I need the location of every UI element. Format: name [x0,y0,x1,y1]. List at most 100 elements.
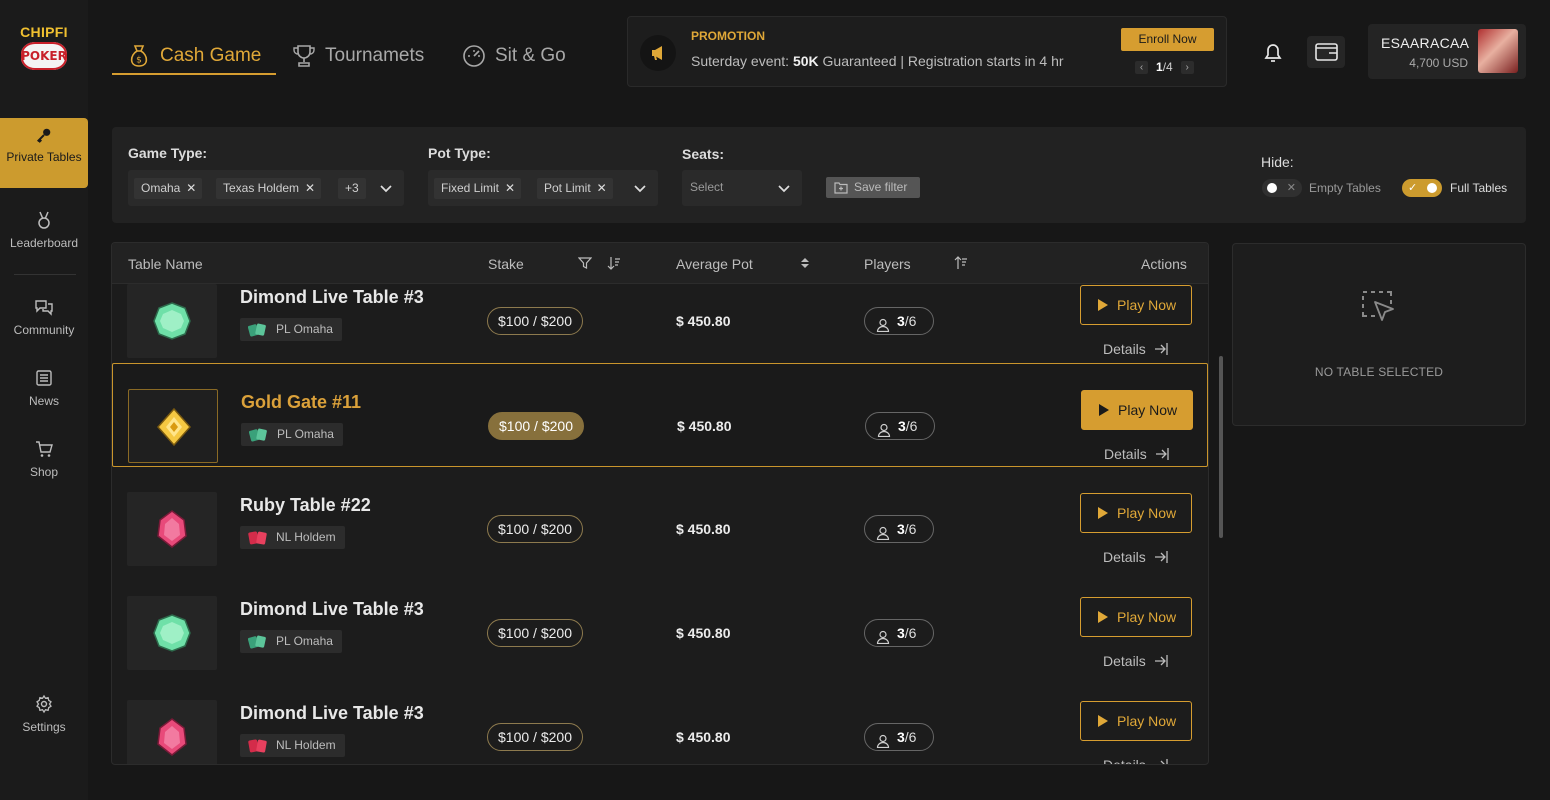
table-row[interactable]: Dimond Live Table #3 NL Holdem $100 / $200… [112,675,1208,764]
chat-icon [35,300,53,316]
play-now-button[interactable]: Play Now [1080,701,1192,741]
game-type-label: Game Type: [128,145,208,161]
sidebar-item-news[interactable]: News [0,368,88,408]
filter-chip: Texas Holdem ✕ [216,178,322,199]
arrow-right-icon [1154,343,1168,355]
seats-select[interactable]: Select [682,170,802,206]
sidebar-item-settings[interactable]: Settings [0,694,88,734]
play-icon [1099,404,1109,416]
game-type-select[interactable]: Omaha ✕ Texas Holdem ✕ +3 [128,170,404,206]
toggle-knob [1267,183,1277,193]
save-filter-button[interactable]: Save filter [826,177,920,198]
chevron-down-icon[interactable] [378,180,394,196]
table-row[interactable]: Gold Gate #11 PL Omaha $100 / $200 $ 450.80… [112,363,1208,467]
close-icon[interactable]: ✕ [597,178,607,199]
details-link[interactable]: Details [1104,446,1169,462]
diamond-gem-icon [153,614,191,652]
cards-icon [248,530,268,545]
players-badge: 3/6 [865,412,935,440]
sidebar-item-label: Shop [29,465,59,479]
table-gem-thumbnail [127,700,217,764]
play-now-button[interactable]: Play Now [1080,493,1192,533]
game-type-tag-label: PL Omaha [276,322,333,336]
avatar [1478,29,1518,73]
play-icon [1098,715,1108,727]
table-name[interactable]: Ruby Table #22 [240,495,371,516]
table-name[interactable]: Gold Gate #11 [241,392,361,413]
arrow-right-icon [1160,759,1168,764]
money-bag-icon: $ [130,45,148,67]
players-max: /6 [904,625,917,641]
no-table-selected-message: NO TABLE SELECTED [1314,365,1444,379]
play-icon [1098,299,1108,311]
bell-icon[interactable] [1259,38,1287,66]
details-link[interactable]: Details [1103,549,1168,565]
empty-tables-toggle[interactable]: ✕ [1262,179,1302,197]
players-current: 3 [897,625,905,641]
play-now-label: Play Now [1118,402,1178,418]
table-name[interactable]: Dimond Live Table #3 [240,703,424,724]
average-pot-value: $ 450.80 [676,313,731,329]
details-link[interactable]: Details [1103,341,1168,357]
tab-label: Tournamets [325,45,425,66]
tab-cash-game[interactable]: $ Cash Game [126,36,261,76]
filter-bar: Game Type: Omaha ✕ Texas Holdem ✕ +3 Pot T… [112,127,1526,223]
promotion-pager: ‹ 1/4 › [1135,60,1194,74]
chevron-left-icon[interactable]: ‹ [1135,60,1148,74]
top-header: $ Cash Game Tournamets Sit & Go PROMOTIO… [88,0,1550,104]
full-tables-toggle[interactable]: ✓ [1402,179,1442,197]
chevron-down-icon[interactable] [776,180,792,196]
medal-icon [38,211,50,229]
chevron-right-icon[interactable]: › [1180,60,1194,74]
scrollbar-thumb[interactable] [1219,356,1223,538]
filter-chip-more[interactable]: +3 [338,178,366,199]
gold-gem-icon [155,407,193,447]
play-now-button[interactable]: Play Now [1080,285,1192,325]
sidebar-item-private-tables[interactable]: Private Tables [0,118,88,188]
filter-chip: Pot Limit ✕ [537,178,613,199]
table-row[interactable]: Dimond Live Table #3 PL Omaha $100 / $200 $… [112,259,1208,363]
cards-icon [248,738,268,753]
tables-list: Table Name Stake Average Pot Players Act… [111,242,1209,765]
promotion-title: PROMOTION [691,29,765,43]
arrow-right-icon [1154,551,1168,563]
chip-label: Texas Holdem [223,181,300,195]
players-current: 3 [897,729,905,745]
user-profile-button[interactable]: ESAARACAA 4,700 USD [1368,24,1526,79]
cards-icon [247,322,268,337]
close-icon[interactable]: ✕ [505,178,515,199]
username: ESAARACAA [1381,35,1470,51]
table-name[interactable]: Dimond Live Table #3 [240,599,424,620]
sidebar-item-community[interactable]: Community [0,297,88,337]
table-row[interactable]: Ruby Table #22 NL Holdem $100 / $200 $ 450.… [112,467,1208,571]
cursor-select-icon [1362,291,1394,321]
details-link[interactable]: Details [1103,653,1168,669]
chip-label: Fixed Limit [441,181,500,195]
players-badge: 3/6 [864,619,934,647]
chevron-down-icon[interactable] [632,180,648,196]
close-icon[interactable]: ✕ [186,178,196,199]
table-gem-thumbnail [127,596,217,670]
play-now-label: Play Now [1117,505,1177,521]
details-link[interactable]: Details [1103,757,1168,764]
hide-label: Hide: [1261,154,1294,170]
tab-tournaments[interactable]: Tournamets [291,36,424,76]
table-name[interactable]: Dimond Live Table #3 [240,287,424,308]
table-row[interactable]: Dimond Live Table #3 PL Omaha $100 / $200 $… [112,571,1208,675]
user-icon [877,419,891,438]
tab-sit-and-go[interactable]: Sit & Go [461,36,566,76]
play-now-button[interactable]: Play Now [1080,597,1192,637]
enroll-now-button[interactable]: Enroll Now [1121,28,1214,51]
seats-label: Seats: [682,146,725,162]
brand-logo[interactable]: CHIPFI POKER [14,24,74,70]
promotion-text-highlight: 50K [792,53,819,69]
tab-label: Sit & Go [495,45,566,66]
sidebar-item-leaderboard[interactable]: Leaderboard [0,210,88,250]
sidebar-item-shop[interactable]: Shop [0,439,88,479]
play-now-label: Play Now [1117,713,1177,729]
play-now-button[interactable]: Play Now [1081,390,1193,430]
wallet-button[interactable] [1307,36,1345,68]
promotion-text-end: Guaranteed | Registration starts in 4 hr [818,53,1064,69]
pot-type-select[interactable]: Fixed Limit ✕ Pot Limit ✕ [428,170,658,206]
close-icon[interactable]: ✕ [305,178,315,199]
